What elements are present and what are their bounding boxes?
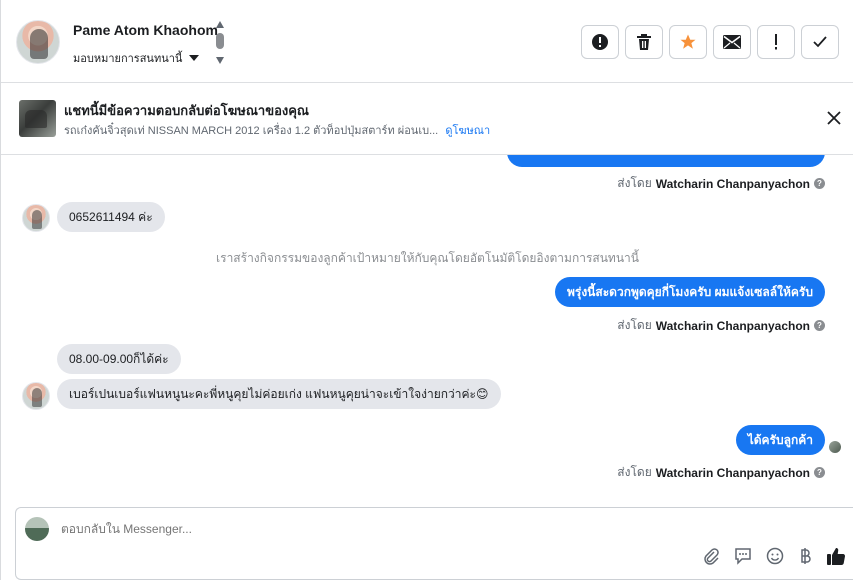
follow-up-button[interactable]	[757, 25, 795, 59]
ad-reply-banner: แชทนี้มีข้อความตอบกลับต่อโฆษณาของคุณ รถเ…	[1, 83, 853, 155]
paperclip-icon	[704, 548, 719, 565]
view-ad-link[interactable]: ดูโฆษณา	[445, 125, 490, 137]
assign-label: มอบหมายการสนทนานี้	[73, 53, 183, 65]
mark-spam-button[interactable]	[581, 25, 619, 59]
sent-by-prefix: ส่งโดย	[617, 318, 652, 332]
customer-avatar[interactable]	[22, 382, 50, 410]
ad-thumbnail[interactable]	[19, 100, 56, 137]
incoming-message[interactable]: 08.00-09.00ก็ได้ค่ะ	[57, 344, 181, 374]
envelope-icon	[723, 35, 741, 49]
header-actions	[581, 25, 839, 59]
star-button[interactable]	[669, 25, 707, 59]
sent-by-prefix: ส่งโดย	[617, 465, 652, 479]
contact-avatar[interactable]	[16, 20, 60, 64]
reply-composer	[15, 507, 853, 580]
sent-by-label: ส่งโดย Watcharin Chanpanyachon ?	[617, 316, 825, 335]
attachment-button[interactable]	[702, 547, 720, 570]
mark-unread-button[interactable]	[713, 25, 751, 59]
page-avatar	[25, 517, 49, 541]
ad-banner-title: แชทนี้มีข้อความตอบกลับต่อโฆษณาของคุณ	[64, 103, 309, 118]
baht-icon	[801, 548, 811, 564]
chat-bubble-icon	[735, 548, 751, 565]
check-icon	[813, 36, 827, 48]
scroll-thumb[interactable]	[216, 33, 224, 49]
agent-name[interactable]: Watcharin Chanpanyachon	[656, 466, 810, 480]
system-note: เราสร้างกิจกรรมของลูกค้าเป้าหมายให้กับคุ…	[216, 251, 639, 265]
smiley-icon	[766, 547, 784, 565]
outgoing-message[interactable]: ได้ครับลูกค้า	[735, 425, 825, 455]
ad-banner-subtitle: รถเก๋งคันจิ๋วสุดเท่ NISSAN MARCH 2012 เค…	[64, 121, 490, 139]
scroll-down-icon	[216, 57, 224, 64]
sent-by-label: ส่งโดย Watcharin Chanpanyachon ?	[617, 174, 825, 193]
conversation-header: Pame Atom Khaohom มอบหมายการสนทนานี้	[1, 0, 853, 83]
saved-replies-button[interactable]	[734, 547, 752, 570]
composer-tools	[702, 546, 846, 571]
customer-avatar[interactable]	[22, 204, 50, 232]
reply-input[interactable]	[61, 522, 661, 536]
outgoing-message[interactable]: พรุ่งนี้สะดวกพูดคุยกี่โมงครับ ผมแจ้งเซลล…	[554, 277, 825, 307]
trash-icon	[637, 34, 651, 50]
mark-done-button[interactable]	[801, 25, 839, 59]
help-icon[interactable]: ?	[814, 320, 825, 331]
messenger-conversation-panel: Pame Atom Khaohom มอบหมายการสนทนานี้ แชท…	[0, 0, 853, 580]
incoming-message[interactable]: 0652611494 ค่ะ	[57, 202, 165, 232]
sent-by-label: ส่งโดย Watcharin Chanpanyachon ?	[617, 463, 825, 482]
incoming-message[interactable]: เบอร์เปนเบอร์แฟนหนูนะคะพี่หนูคุยไม่ค่อยเ…	[57, 379, 501, 409]
message-thread[interactable]: ส่งโดย Watcharin Chanpanyachon ? 0652611…	[1, 155, 853, 507]
agent-name[interactable]: Watcharin Chanpanyachon	[656, 177, 810, 191]
exclamation-icon	[775, 34, 777, 50]
close-icon[interactable]	[826, 110, 842, 126]
like-button[interactable]	[826, 546, 846, 571]
scroll-up-icon	[216, 21, 224, 28]
sent-by-prefix: ส่งโดย	[617, 176, 652, 190]
contact-name[interactable]: Pame Atom Khaohom	[73, 22, 218, 38]
assign-conversation-dropdown[interactable]: มอบหมายการสนทนานี้	[73, 49, 200, 67]
outgoing-message-partial[interactable]	[507, 155, 825, 167]
header-scroller[interactable]	[214, 21, 226, 65]
seen-avatar	[829, 441, 841, 453]
help-icon[interactable]: ?	[814, 467, 825, 478]
thumbs-up-icon	[827, 548, 846, 566]
help-icon[interactable]: ?	[814, 178, 825, 189]
caret-down-icon	[189, 55, 200, 61]
agent-name[interactable]: Watcharin Chanpanyachon	[656, 319, 810, 333]
emoji-button[interactable]	[766, 547, 784, 570]
alert-circle-icon	[592, 34, 608, 50]
payment-button[interactable]	[798, 547, 812, 570]
delete-button[interactable]	[625, 25, 663, 59]
ad-description: รถเก๋งคันจิ๋วสุดเท่ NISSAN MARCH 2012 เค…	[64, 125, 439, 137]
star-icon	[680, 34, 696, 49]
